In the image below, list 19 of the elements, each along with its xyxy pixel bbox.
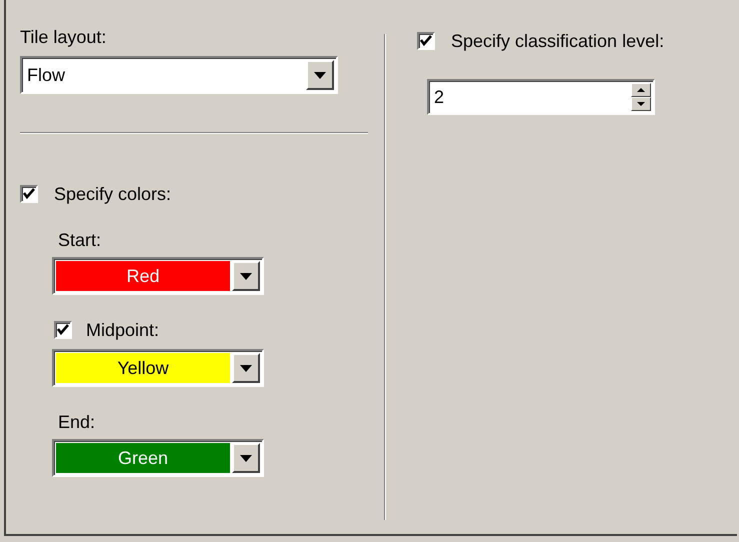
color-label: End: [57, 411, 96, 433]
classification-label: Specify classification level: [451, 30, 664, 52]
color-swatch: Red [56, 261, 230, 291]
color-label: Midpoint: [86, 319, 160, 341]
spin-down-icon[interactable] [631, 97, 651, 111]
classification-checkbox[interactable] [417, 32, 435, 50]
color-swatch: Yellow [56, 353, 230, 383]
color-dropdown[interactable]: Yellow [52, 349, 264, 387]
specify-colors-checkbox[interactable] [20, 185, 38, 203]
classification-spin-field[interactable]: 2 [427, 79, 655, 115]
color-label: Start: [57, 229, 102, 251]
color-swatch: Green [56, 443, 230, 473]
color-dropdown[interactable]: Red [52, 257, 264, 295]
specify-colors-label: Specify colors: [54, 183, 172, 205]
tile-layout-dropdown[interactable]: Flow [20, 56, 338, 94]
midpoint-checkbox[interactable] [54, 321, 72, 339]
color-dropdown[interactable]: Green [52, 439, 264, 477]
spin-up-icon[interactable] [631, 83, 651, 97]
tile-layout-label: Tile layout: [20, 26, 108, 48]
